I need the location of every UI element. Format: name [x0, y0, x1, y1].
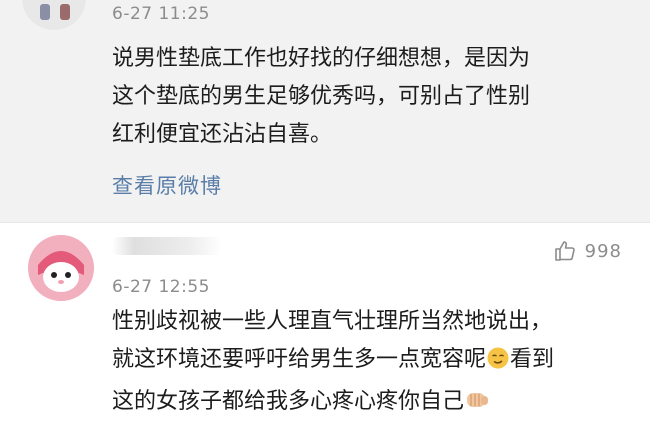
comment-text: 说男性垫底工作也好找的仔细想想，是因为 这个垫底的男生足够优秀吗，可别占了性别 …	[112, 40, 632, 154]
thumbs-up-icon	[554, 241, 575, 261]
comment-line: 这个垫底的男生足够优秀吗，可别占了性别	[112, 84, 531, 109]
avatar[interactable]	[28, 235, 94, 301]
fist-emoji-icon	[464, 387, 490, 425]
avatar[interactable]	[22, 0, 86, 30]
view-original-weibo-link[interactable]: 查看原微博	[112, 170, 222, 200]
comment-text: 性别歧视被一些人理直气壮理所当然地说出， 就这环境还要呼吁给男生多一点宽容呢 看…	[112, 303, 632, 425]
comment-line: 说男性垫底工作也好找的仔细想想，是因为	[112, 46, 531, 71]
like-count: 998	[584, 240, 622, 262]
like-button[interactable]: 998	[553, 239, 622, 263]
comment-card: 6-27 11:25 说男性垫底工作也好找的仔细想想，是因为 这个垫底的男生足够…	[0, 0, 650, 222]
comment-line: 就这环境还要呼吁给男生多一点宽容呢 看到	[112, 341, 632, 383]
smirk-emoji-icon	[486, 345, 510, 383]
avatar-image	[28, 235, 94, 301]
comment-line: 性别歧视被一些人理直气壮理所当然地说出，	[112, 309, 553, 334]
username-redacted	[112, 237, 222, 255]
comment-time: 6-27 11:25	[112, 4, 210, 24]
comment-line: 红利便宜还沾沾自喜。	[112, 122, 333, 147]
comment-line: 这的女孩子都给我多心疼心疼你自己	[112, 383, 632, 425]
comment-card: 998 6-27 12:55 性别歧视被一些人理直气壮理所当然地说出， 就这环境…	[0, 222, 650, 431]
comment-time: 6-27 12:55	[112, 277, 210, 297]
